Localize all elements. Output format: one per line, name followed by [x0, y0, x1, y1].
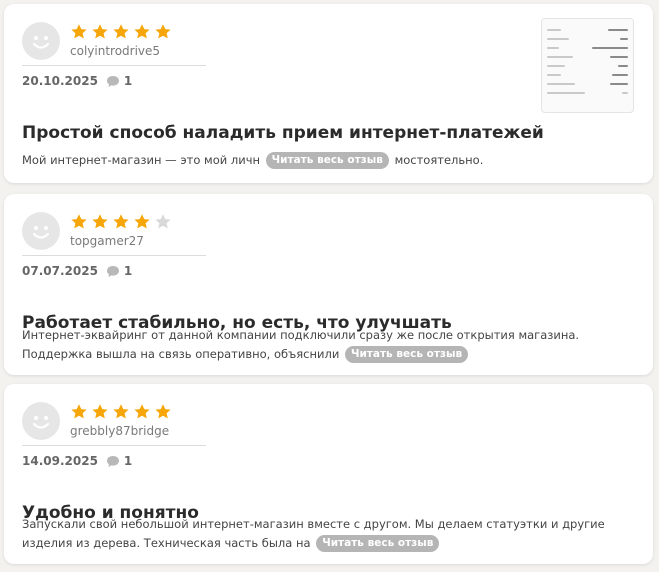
- comments-link[interactable]: 1: [106, 454, 132, 468]
- review-date: 07.07.2025: [22, 264, 98, 278]
- rating-stars: [70, 23, 172, 41]
- review-card: topgamer27 07.07.2025 1 Работает стабиль…: [4, 194, 653, 375]
- star-filled-icon: [91, 23, 109, 41]
- rating-stars: [70, 403, 172, 421]
- star-filled-icon: [91, 403, 109, 421]
- comment-icon: [106, 265, 119, 277]
- star-filled-icon: [70, 213, 88, 231]
- star-filled-icon: [154, 23, 172, 41]
- star-filled-icon: [70, 23, 88, 41]
- rating-stars: [70, 213, 172, 231]
- review-title[interactable]: Простой способ наладить прием интернет-п…: [22, 123, 544, 143]
- smiley-icon: [32, 226, 50, 239]
- avatar: [22, 212, 60, 250]
- review-meta: 14.09.2025 1: [22, 454, 132, 468]
- avatar: [22, 22, 60, 60]
- read-more-button[interactable]: Читать весь отзыв: [316, 535, 440, 552]
- comment-count: 1: [123, 454, 133, 468]
- divider: [22, 445, 206, 446]
- star-filled-icon: [112, 213, 130, 231]
- username[interactable]: topgamer27: [70, 234, 144, 248]
- username[interactable]: grebbly87bridge: [70, 424, 169, 438]
- review-excerpt: Интернет-эквайринг от данной компании по…: [22, 328, 580, 363]
- review-excerpt: Запускали свой небольшой интернет-магази…: [22, 517, 605, 552]
- review-date: 14.09.2025: [22, 454, 98, 468]
- read-more-button[interactable]: Читать весь отзыв: [344, 346, 469, 363]
- smiley-icon: [32, 36, 50, 49]
- star-filled-icon: [154, 403, 172, 421]
- star-filled-icon: [91, 213, 109, 231]
- smiley-icon: [32, 416, 50, 429]
- review-card: colyintrodrive5 20.10.2025 1 Простой спо…: [4, 4, 653, 183]
- comment-icon: [106, 455, 119, 467]
- comments-link[interactable]: 1: [106, 264, 132, 278]
- review-date: 20.10.2025: [22, 74, 98, 88]
- avatar: [22, 402, 60, 440]
- comment-count: 1: [123, 264, 133, 278]
- star-filled-icon: [112, 403, 130, 421]
- divider: [22, 65, 206, 66]
- divider: [22, 255, 206, 256]
- review-meta: 07.07.2025 1: [22, 264, 132, 278]
- review-card: grebbly87bridge 14.09.2025 1 Удобно и по…: [4, 384, 653, 564]
- comment-count: 1: [123, 74, 133, 88]
- comment-icon: [106, 75, 119, 87]
- star-filled-icon: [112, 23, 130, 41]
- comments-link[interactable]: 1: [106, 74, 132, 88]
- read-more-button[interactable]: Читать весь отзыв: [265, 152, 389, 169]
- review-meta: 20.10.2025 1: [22, 74, 132, 88]
- star-filled-icon: [133, 23, 151, 41]
- star-filled-icon: [133, 213, 151, 231]
- review-list: colyintrodrive5 20.10.2025 1 Простой спо…: [0, 0, 659, 572]
- star-filled-icon: [70, 403, 88, 421]
- review-excerpt: Мой интернет-магазин — это мой личн Чита…: [22, 152, 484, 169]
- attachment-thumbnail[interactable]: [541, 18, 634, 113]
- star-empty-icon: [154, 213, 172, 231]
- star-filled-icon: [133, 403, 151, 421]
- username[interactable]: colyintrodrive5: [70, 44, 160, 58]
